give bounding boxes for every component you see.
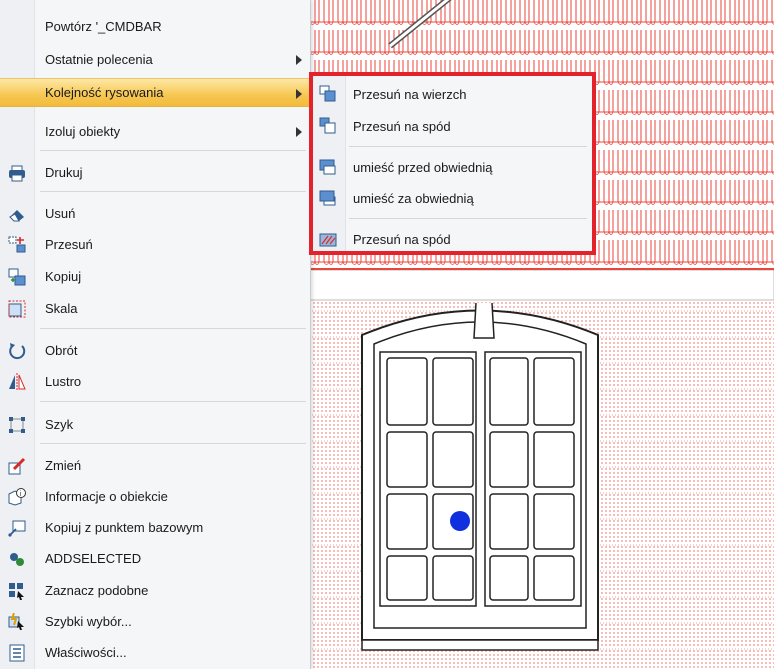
menu-item-label: Kopiuj z punktem bazowym [45, 520, 204, 535]
menu-item-isolate-objects[interactable]: Izoluj obiekty [0, 117, 310, 146]
menu-item-draw-order[interactable]: Kolejność rysowania [0, 78, 310, 107]
context-menu: Powtórz '_CMDBAR Ostatnie polecenia Kole… [0, 0, 311, 669]
menu-item-repeat-cmdbar[interactable]: Powtórz '_CMDBAR [0, 12, 310, 41]
menu-item-copy-base-point[interactable]: Kopiuj z punktem bazowym [0, 513, 310, 542]
menu-item-label: Przesuń [45, 237, 93, 252]
menu-item-properties[interactable]: Właściwości... [0, 638, 310, 667]
menu-separator [40, 191, 306, 192]
menu-item-mirror[interactable]: Lustro [0, 367, 310, 396]
bring-above-boundary-icon [319, 158, 337, 176]
menu-item-label: Kolejność rysowania [45, 85, 164, 100]
menu-item-label: Obrót [45, 343, 78, 358]
submenu-item-label: Przesuń na wierzch [353, 86, 467, 102]
submenu-item-send-to-back[interactable]: Przesuń na spód [313, 112, 592, 140]
submenu-item-bring-to-front[interactable]: Przesuń na wierzch [313, 80, 592, 108]
menu-item-rotate[interactable]: Obrót [0, 336, 310, 365]
scale-icon [8, 300, 26, 318]
menu-item-label: Zmień [45, 458, 82, 473]
array-icon [8, 416, 26, 434]
menu-item-change[interactable]: Zmień [0, 451, 310, 480]
submenu-separator [349, 218, 587, 219]
menu-item-scale[interactable]: Skala [0, 294, 310, 323]
menu-separator [40, 328, 306, 329]
copy-base-point-icon [8, 519, 26, 537]
change-icon [8, 457, 26, 475]
quick-select-icon [8, 613, 26, 631]
menu-separator [40, 150, 306, 151]
draw-order-submenu: Przesuń na wierzch Przesuń na spód umieś… [309, 72, 596, 255]
submenu-item-label: umieść za obwiednią [353, 190, 474, 206]
menu-item-recent-commands[interactable]: Ostatnie polecenia [0, 45, 310, 74]
menu-item-label: Ostatnie polecenia [45, 52, 153, 67]
submenu-item-send-under-boundary[interactable]: umieść za obwiednią [313, 184, 592, 212]
menu-item-label: Właściwości... [45, 645, 127, 660]
submenu-item-send-hatch-to-back[interactable]: Przesuń na spód [313, 225, 592, 253]
printer-icon [8, 164, 26, 182]
menu-item-label: Szyk [45, 417, 74, 432]
submenu-separator [349, 146, 587, 147]
properties-icon [8, 644, 26, 662]
mirror-icon [8, 373, 26, 391]
arched-window [361, 302, 599, 651]
send-to-back-icon [319, 117, 337, 135]
submenu-arrow-icon [296, 55, 302, 65]
submenu-item-bring-above-boundary[interactable]: umieść przed obwiednią [313, 153, 592, 181]
menu-item-label: Usuń [45, 206, 76, 221]
move-icon [8, 236, 26, 254]
send-under-boundary-icon [319, 189, 337, 207]
submenu-arrow-icon [296, 89, 302, 99]
menu-separator [40, 401, 306, 402]
menu-item-label: Kopiuj [45, 269, 82, 284]
menu-item-select-similar[interactable]: Zaznacz podobne [0, 576, 310, 605]
menu-item-print[interactable]: Drukuj [0, 158, 310, 187]
menu-item-quick-select[interactable]: Szybki wybór... [0, 607, 310, 636]
menu-item-array[interactable]: Szyk [0, 410, 310, 439]
menu-item-label: Informacje o obiekcie [45, 489, 168, 504]
menu-item-object-info[interactable]: i Informacje o obiekcie [0, 482, 310, 511]
object-info-icon: i [8, 488, 26, 506]
menu-item-erase[interactable]: Usuń [0, 199, 310, 228]
menu-item-label: Drukuj [45, 165, 83, 180]
menu-item-copy[interactable]: Kopiuj [0, 262, 310, 291]
eraser-icon [8, 205, 26, 223]
menu-item-label: ADDSELECTED [45, 551, 142, 566]
menu-separator [40, 443, 306, 444]
menu-item-label: Lustro [45, 374, 82, 389]
submenu-arrow-icon [296, 127, 302, 137]
copy-icon [8, 268, 26, 286]
menu-item-addselected[interactable]: ADDSELECTED [0, 544, 310, 573]
rotate-icon [8, 342, 26, 360]
menu-item-move[interactable]: Przesuń [0, 230, 310, 259]
send-hatch-to-back-icon [319, 230, 337, 248]
menu-item-label: Skala [45, 301, 78, 316]
menu-item-label: Szybki wybór... [45, 614, 132, 629]
menu-item-label: Zaznacz podobne [45, 583, 149, 598]
bring-to-front-icon [319, 85, 337, 103]
selection-grip[interactable] [450, 511, 470, 531]
submenu-item-label: Przesuń na spód [353, 231, 451, 247]
submenu-item-label: umieść przed obwiednią [353, 159, 493, 175]
menu-item-label: Powtórz '_CMDBAR [45, 19, 162, 34]
submenu-item-label: Przesuń na spód [353, 118, 451, 134]
menu-item-label: Izoluj obiekty [45, 124, 121, 139]
select-similar-icon [8, 582, 26, 600]
add-selected-icon [8, 550, 26, 568]
